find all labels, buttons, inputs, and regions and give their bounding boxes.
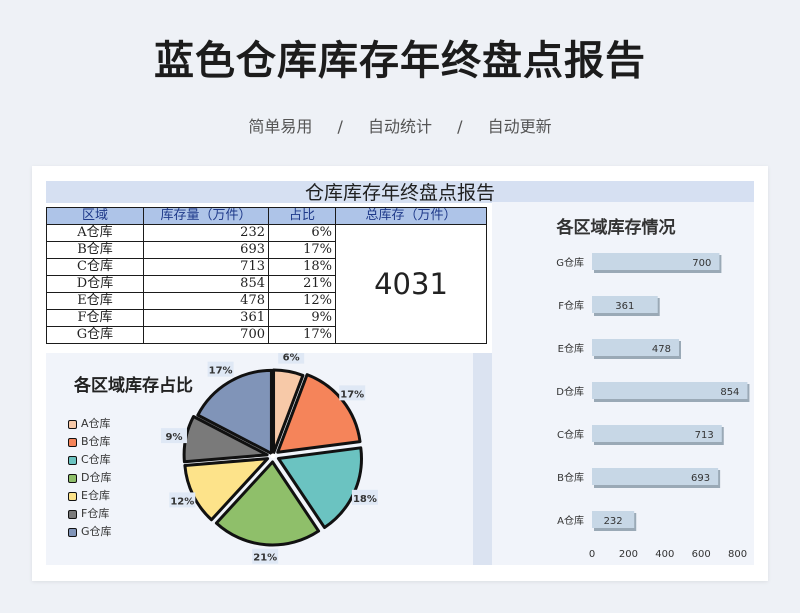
cell-qty[interactable]: 478 [143, 292, 269, 310]
sheet-title: 仓库库存年终盘点报告 [46, 181, 754, 204]
x-tick-label: 600 [692, 549, 711, 560]
bar-data-label: 700 [692, 258, 711, 269]
bar-data-label: 361 [615, 301, 634, 312]
cell-qty[interactable]: 361 [143, 309, 269, 327]
cell-qty[interactable]: 693 [143, 241, 269, 259]
pie-center-dot [270, 453, 276, 459]
col-header-qty[interactable]: 库存量（万件） [143, 207, 269, 225]
bar-chart-title: 各区域库存情况 [556, 217, 676, 238]
tag-auto-stats: 自动统计 [367, 117, 432, 136]
bar-chart-panel[interactable]: 各区域库存情况 G仓库 700 F仓库 361 E仓库 478 D仓库 854 C仓库 713 B仓库… [492, 202, 787, 565]
bar-category-label: A仓库 [557, 514, 584, 527]
cell-qty[interactable]: 854 [143, 275, 269, 293]
table-row: A仓库 232 6% 4031 [46, 224, 487, 344]
bar-data-label: 693 [691, 473, 710, 484]
pie-data-label: 18% [353, 494, 377, 505]
inventory-table: 区域 库存量（万件） 占比 总库存（万件） A仓库 232 6% 4031 B仓… [46, 207, 487, 344]
bar-data-label: 713 [695, 430, 714, 441]
page-title: 蓝色仓库库存年终盘点报告 [154, 38, 646, 84]
x-tick-label: 400 [655, 549, 674, 560]
bar-category-label: C仓库 [557, 428, 584, 441]
bar-data-label: 854 [720, 387, 739, 398]
cell-name[interactable]: F仓库 [46, 309, 144, 327]
feature-tags: 简单易用 / 自动统计 / 自动更新 [0, 113, 800, 137]
pie-data-label: 17% [340, 389, 364, 400]
report-card: 仓库库存年终盘点报告 区域 库存量（万件） 占比 总库存（万件） A仓库 232… [32, 166, 787, 581]
bar-category-label: D仓库 [556, 385, 584, 398]
cell-name[interactable]: B仓库 [46, 241, 144, 259]
pie-data-label: 9% [165, 432, 182, 443]
cell-name[interactable]: C仓库 [46, 258, 144, 276]
col-header-total[interactable]: 总库存（万件） [335, 207, 487, 225]
col-header-pct[interactable]: 占比 [268, 207, 336, 225]
pie-data-label: 17% [209, 366, 233, 377]
tag-separator: / [457, 117, 463, 136]
pie-data-label: 6% [283, 353, 300, 364]
x-tick-label: 800 [728, 549, 747, 560]
cell-pct[interactable]: 17% [268, 241, 336, 259]
pie-data-label: 21% [253, 553, 277, 564]
cell-pct[interactable]: 6% [268, 224, 336, 242]
cell-name[interactable]: G仓库 [46, 326, 144, 344]
bar-data-label: 478 [652, 344, 671, 355]
cell-name[interactable]: D仓库 [46, 275, 144, 293]
cell-name[interactable]: A仓库 [46, 224, 144, 242]
cell-qty[interactable]: 713 [143, 258, 269, 276]
pie-data-label: 12% [170, 496, 194, 507]
tag-separator: / [337, 117, 343, 136]
col-header-region[interactable]: 区域 [46, 207, 144, 225]
pie-chart[interactable]: 6% 17% 18% 21% 12% 9% 17% [46, 353, 473, 565]
panel-divider [473, 353, 492, 565]
cell-pct[interactable]: 18% [268, 258, 336, 276]
cell-name[interactable]: E仓库 [46, 292, 144, 310]
x-tick-label: 0 [589, 549, 595, 560]
total-inventory-value[interactable]: 4031 [335, 224, 487, 344]
cell-pct[interactable]: 17% [268, 326, 336, 344]
table-header-row: 区域 库存量（万件） 占比 总库存（万件） [46, 207, 487, 225]
bar-category-label: G仓库 [556, 256, 584, 269]
cell-pct[interactable]: 9% [268, 309, 336, 327]
tag-easy: 简单易用 [248, 117, 313, 136]
bar-category-label: F仓库 [558, 299, 584, 312]
bar-data-label: 232 [604, 516, 623, 527]
tag-auto-update: 自动更新 [487, 117, 552, 136]
cell-qty[interactable]: 232 [143, 224, 269, 242]
x-tick-label: 200 [619, 549, 638, 560]
cell-qty[interactable]: 700 [143, 326, 269, 344]
bar-chart[interactable]: 各区域库存情况 G仓库 700 F仓库 361 E仓库 478 D仓库 854 C仓库 713 B仓库… [492, 202, 787, 565]
bar-category-label: E仓库 [558, 342, 584, 355]
cell-pct[interactable]: 12% [268, 292, 336, 310]
cell-pct[interactable]: 21% [268, 275, 336, 293]
bar-category-label: B仓库 [557, 471, 584, 484]
pie-chart-panel[interactable]: 各区域库存占比 A仓库 B仓库 C仓库 D仓库 E仓库 F仓库 G仓库 6% 17% 18% 21… [46, 353, 473, 565]
